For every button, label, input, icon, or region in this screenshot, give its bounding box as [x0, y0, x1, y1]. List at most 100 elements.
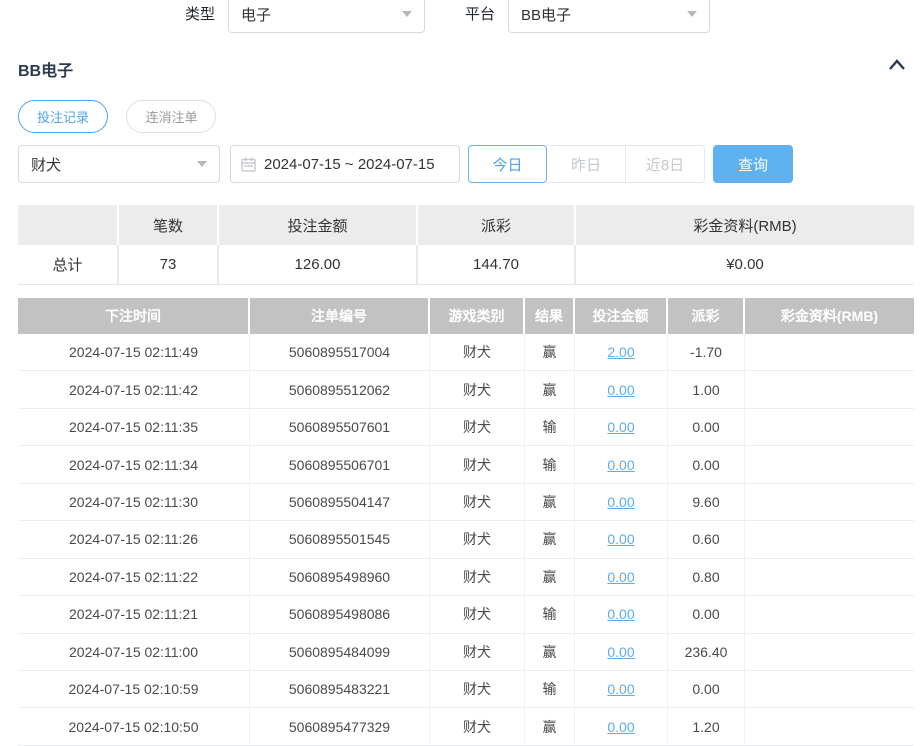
tab-bet-records[interactable]: 投注记录: [18, 100, 108, 133]
table-row: 2024-07-15 02:11:21 5060895498086 财犬 输 0…: [18, 596, 914, 633]
range-button-label: 今日: [492, 154, 522, 175]
cell-game-type: 财犬: [430, 484, 525, 520]
cell-bet-time: 2024-07-15 02:11:42: [18, 371, 250, 407]
table-row: 2024-07-15 02:10:50 5060895477329 财犬 赢 0…: [18, 708, 914, 745]
summary-total-bonus: ¥0.00: [576, 245, 914, 284]
cell-order-id: 5060895484099: [250, 634, 430, 670]
cell-bet-time: 2024-07-15 02:11:30: [18, 484, 250, 520]
cell-bet-time: 2024-07-15 02:11:26: [18, 521, 250, 557]
table-row: 2024-07-15 02:11:26 5060895501545 财犬 赢 0…: [18, 521, 914, 558]
bet-amount-link[interactable]: 0.00: [607, 644, 634, 660]
cell-bonus: [745, 371, 914, 407]
search-button[interactable]: 查询: [713, 145, 793, 183]
table-row: 2024-07-15 02:11:49 5060895517004 财犬 赢 2…: [18, 334, 914, 371]
cell-bet-amount: 0.00: [575, 521, 668, 557]
records-table: 下注时间 注单编号 游戏类别 结果 投注金额 派彩 彩金资料(RMB) 2024…: [18, 298, 914, 746]
cell-bonus: [745, 708, 914, 744]
summary-header-bonus: 彩金资料(RMB): [576, 205, 914, 245]
cell-order-id: 5060895501545: [250, 521, 430, 557]
tab-cancelled-orders[interactable]: 连消注单: [126, 100, 216, 133]
cell-result: 输: [525, 596, 575, 632]
summary-total-row: 总计 73 126.00 144.70 ¥0.00: [18, 245, 914, 285]
section-title: BB电子: [18, 57, 73, 81]
cell-result: 输: [525, 671, 575, 707]
summary-total-label: 总计: [18, 245, 117, 284]
platform-select[interactable]: BB电子: [508, 0, 710, 33]
cell-bet-amount: 0.00: [575, 484, 668, 520]
chevron-down-icon: [402, 11, 412, 17]
range-button-group: 今日 昨日 近8日: [468, 145, 705, 183]
tab-bar: 投注记录 连消注单: [18, 100, 216, 133]
cell-game-type: 财犬: [430, 371, 525, 407]
cell-result: 赢: [525, 334, 575, 370]
cell-bonus: [745, 596, 914, 632]
cell-payout: 0.00: [668, 409, 745, 445]
collapse-section-button[interactable]: [888, 58, 906, 72]
range-button-today[interactable]: 今日: [468, 145, 547, 183]
cell-bet-amount: 0.00: [575, 671, 668, 707]
records-header-payout: 派彩: [668, 298, 745, 334]
table-row: 2024-07-15 02:11:22 5060895498960 财犬 赢 0…: [18, 559, 914, 596]
tab-label: 投注记录: [37, 107, 89, 126]
cell-payout: 0.60: [668, 521, 745, 557]
records-header-bonus: 彩金资料(RMB): [745, 298, 914, 334]
cell-game-type: 财犬: [430, 334, 525, 370]
bet-amount-link[interactable]: 2.00: [607, 344, 634, 360]
cell-result: 输: [525, 446, 575, 482]
cell-game-type: 财犬: [430, 596, 525, 632]
cell-bet-amount: 0.00: [575, 708, 668, 744]
cell-game-type: 财犬: [430, 634, 525, 670]
bet-amount-link[interactable]: 0.00: [607, 382, 634, 398]
records-header-game: 游戏类别: [430, 298, 525, 334]
cell-bet-amount: 0.00: [575, 634, 668, 670]
cell-bonus: [745, 521, 914, 557]
cell-bonus: [745, 559, 914, 595]
cell-order-id: 5060895477329: [250, 708, 430, 744]
bet-amount-link[interactable]: 0.00: [607, 494, 634, 510]
records-header-result: 结果: [525, 298, 575, 334]
cell-bet-time: 2024-07-15 02:11:21: [18, 596, 250, 632]
cell-game-type: 财犬: [430, 409, 525, 445]
range-button-label: 近8日: [646, 154, 684, 175]
cell-order-id: 5060895498960: [250, 559, 430, 595]
bet-amount-link[interactable]: 0.00: [607, 569, 634, 585]
cell-result: 赢: [525, 371, 575, 407]
platform-label: 平台: [465, 0, 495, 34]
range-button-last8days[interactable]: 近8日: [626, 145, 705, 183]
summary-header-empty: [18, 205, 117, 245]
cell-order-id: 5060895512062: [250, 371, 430, 407]
bet-amount-link[interactable]: 0.00: [607, 719, 634, 735]
platform-select-value: BB电子: [521, 4, 687, 25]
date-range-input[interactable]: 2024-07-15 ~ 2024-07-15: [230, 145, 460, 183]
range-button-yesterday[interactable]: 昨日: [547, 145, 626, 183]
summary-header-payout: 派彩: [418, 205, 574, 245]
cell-bonus: [745, 634, 914, 670]
cell-bonus: [745, 334, 914, 370]
cell-result: 赢: [525, 559, 575, 595]
bet-amount-link[interactable]: 0.00: [607, 457, 634, 473]
cell-game-type: 财犬: [430, 521, 525, 557]
cell-order-id: 5060895504147: [250, 484, 430, 520]
records-table-body: 2024-07-15 02:11:49 5060895517004 财犬 赢 2…: [18, 334, 914, 746]
bet-amount-link[interactable]: 0.00: [607, 531, 634, 547]
table-row: 2024-07-15 02:11:42 5060895512062 财犬 赢 0…: [18, 371, 914, 408]
records-header-row: 下注时间 注单编号 游戏类别 结果 投注金额 派彩 彩金资料(RMB): [18, 298, 914, 334]
date-range-value: 2024-07-15 ~ 2024-07-15: [264, 156, 435, 173]
bet-amount-link[interactable]: 0.00: [607, 419, 634, 435]
table-row: 2024-07-15 02:11:30 5060895504147 财犬 赢 0…: [18, 484, 914, 521]
chevron-up-icon: [888, 58, 906, 72]
cell-bet-amount: 0.00: [575, 371, 668, 407]
type-select[interactable]: 电子: [228, 0, 425, 33]
game-select-value: 财犬: [31, 154, 197, 175]
bet-amount-link[interactable]: 0.00: [607, 606, 634, 622]
range-button-label: 昨日: [571, 154, 601, 175]
table-row: 2024-07-15 02:11:34 5060895506701 财犬 输 0…: [18, 446, 914, 483]
records-header-time: 下注时间: [18, 298, 250, 334]
game-select[interactable]: 财犬: [18, 145, 220, 183]
cell-bet-time: 2024-07-15 02:11:00: [18, 634, 250, 670]
bet-amount-link[interactable]: 0.00: [607, 681, 634, 697]
cell-bet-time: 2024-07-15 02:10:50: [18, 708, 250, 744]
cell-bet-time: 2024-07-15 02:10:59: [18, 671, 250, 707]
cell-bet-amount: 0.00: [575, 596, 668, 632]
summary-table: 笔数 投注金额 派彩 彩金资料(RMB) 总计 73 126.00 144.70…: [18, 205, 914, 285]
